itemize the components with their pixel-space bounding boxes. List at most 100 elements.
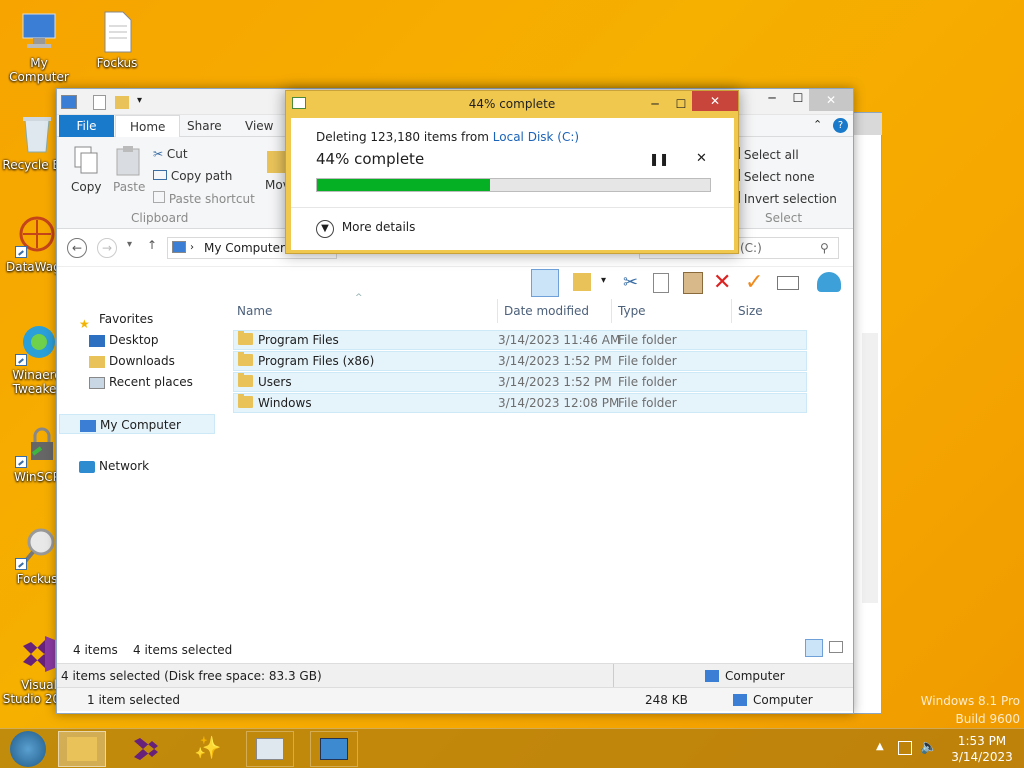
- column-header-type[interactable]: Type: [611, 299, 731, 323]
- taskbar-control-panel[interactable]: [310, 731, 358, 767]
- invert-selection-label: Invert selection: [743, 192, 837, 206]
- pause-button[interactable]: ❚❚: [649, 152, 669, 166]
- volume-muted-icon[interactable]: 🔈: [920, 739, 937, 755]
- nav-desktop[interactable]: Desktop: [89, 330, 159, 350]
- nav-favorites[interactable]: ★ Favorites: [79, 309, 153, 331]
- preview-pane-button[interactable]: [531, 269, 559, 297]
- computer-icon: [172, 241, 186, 253]
- delete-icon[interactable]: ✕: [713, 270, 731, 295]
- up-button[interactable]: ↑: [147, 238, 157, 252]
- back-button[interactable]: ←: [67, 238, 87, 258]
- nav-downloads[interactable]: Downloads: [89, 351, 175, 371]
- clock[interactable]: 1:53 PM 3/14/2023: [944, 733, 1020, 765]
- recent-locations-button[interactable]: ▾: [127, 239, 132, 250]
- scrollbar[interactable]: [862, 333, 878, 603]
- column-header-date[interactable]: Date modified: [497, 299, 589, 323]
- taskbar-wizard[interactable]: ✨: [184, 731, 232, 767]
- help-icon[interactable]: ?: [833, 118, 848, 133]
- copy-path-button[interactable]: Copy path: [153, 169, 232, 183]
- nav-my-computer[interactable]: My Computer: [59, 414, 215, 434]
- paste-shortcut-button[interactable]: Paste shortcut: [153, 191, 255, 206]
- datawago-icon: [15, 214, 59, 258]
- table-row[interactable]: Users 3/14/2023 1:52 PM File folder: [233, 372, 807, 392]
- magic-wand-icon: ✨: [194, 736, 222, 761]
- show-hidden-icons-button[interactable]: ▲: [876, 741, 884, 752]
- search-box-text: (C:): [740, 241, 762, 255]
- folder-options-icon[interactable]: [573, 273, 591, 291]
- minimize-button[interactable]: ─: [759, 91, 785, 111]
- file-name: Program Files (x86): [258, 354, 375, 368]
- taskbar-monitor[interactable]: [246, 731, 294, 767]
- taskbar-visual-studio[interactable]: [122, 731, 170, 767]
- rename-icon[interactable]: [777, 276, 799, 290]
- document-icon: [95, 10, 139, 54]
- computer-icon: [61, 95, 77, 109]
- taskbar-file-explorer[interactable]: [58, 731, 106, 767]
- maximize-button[interactable]: ☐: [785, 91, 811, 111]
- cut-button[interactable]: ✂ Cut: [153, 147, 188, 161]
- recycle-bin-icon: [15, 112, 59, 156]
- chevron-down-icon[interactable]: ▾: [137, 95, 142, 106]
- checkmark-icon[interactable]: ✓: [745, 270, 763, 295]
- shell-icon[interactable]: [817, 272, 841, 292]
- copy-button[interactable]: Copy: [71, 145, 101, 194]
- network-tray-icon[interactable]: [898, 741, 912, 755]
- new-folder-icon[interactable]: [115, 96, 129, 109]
- column-header-size[interactable]: Size: [731, 299, 811, 323]
- file-name: Users: [258, 375, 292, 389]
- tab-file[interactable]: File: [59, 115, 114, 137]
- maximize-button[interactable]: ☐: [668, 91, 694, 117]
- tab-home[interactable]: Home: [115, 115, 181, 138]
- source-link[interactable]: Local Disk (C:): [493, 130, 579, 144]
- status-details-text: 4 items selected (Disk free space: 83.3 …: [61, 669, 322, 683]
- delete-progress-dialog[interactable]: 44% complete ─ ☐ ✕ Deleting 123,180 item…: [285, 90, 739, 254]
- desktop-icon-my-computer[interactable]: My Computer: [2, 10, 76, 84]
- nav-recent-places[interactable]: Recent places: [89, 372, 193, 392]
- network-icon: [79, 460, 95, 473]
- search-icon[interactable]: ⚲: [820, 238, 829, 258]
- shortcut-arrow-icon: [15, 354, 27, 366]
- cut-icon[interactable]: ✂: [623, 272, 638, 293]
- paste-button[interactable]: Paste: [113, 145, 145, 194]
- copy-icon: [74, 146, 98, 174]
- progress-fill: [317, 179, 490, 191]
- status-size: 248 KB: [645, 693, 688, 707]
- nav-recent-label: Recent places: [109, 375, 193, 389]
- watermark-build: Build 9600: [955, 712, 1020, 726]
- ribbon-collapse-icon[interactable]: ⌃: [813, 118, 822, 131]
- properties-icon[interactable]: [93, 95, 106, 110]
- details-view-button[interactable]: [805, 639, 823, 657]
- forward-button[interactable]: →: [97, 238, 117, 258]
- start-button[interactable]: [4, 731, 52, 767]
- table-row[interactable]: Windows 3/14/2023 12:08 PM File folder: [233, 393, 807, 413]
- large-icons-view-button[interactable]: [829, 641, 843, 653]
- desktop-icon: [89, 334, 105, 347]
- custom-toolbar: ▾ ✂ ✕ ✓: [527, 269, 847, 299]
- minimize-button[interactable]: ─: [642, 91, 668, 117]
- tab-view[interactable]: View: [231, 115, 287, 137]
- select-group-label: Select: [765, 211, 803, 225]
- close-button[interactable]: ✕: [809, 89, 853, 111]
- nav-downloads-label: Downloads: [109, 354, 175, 368]
- chevron-down-icon[interactable]: ▾: [601, 275, 606, 286]
- dialog-divider: [291, 207, 734, 208]
- table-row[interactable]: Program Files 3/14/2023 11:46 AM File fo…: [233, 330, 807, 350]
- select-none-button[interactable]: Select none: [737, 169, 815, 184]
- table-row[interactable]: Program Files (x86) 3/14/2023 1:52 PM Fi…: [233, 351, 807, 371]
- more-details-button[interactable]: ▼ More details: [316, 220, 415, 238]
- copy-icon[interactable]: [653, 273, 669, 293]
- item-count: 4 items: [73, 643, 118, 657]
- tab-share[interactable]: Share: [173, 115, 236, 137]
- deleting-text: Deleting 123,180 items from: [316, 130, 493, 144]
- paste-icon[interactable]: [683, 272, 703, 294]
- invert-selection-button[interactable]: Invert selection: [737, 191, 837, 206]
- nav-network[interactable]: Network: [79, 456, 149, 476]
- desktop-icon-fockus[interactable]: Fockus: [80, 10, 154, 70]
- column-header-name[interactable]: Name: [237, 299, 272, 323]
- shortcut-arrow-icon: [15, 246, 27, 258]
- select-all-button[interactable]: Select all: [737, 147, 799, 162]
- shortcut-arrow-icon: [15, 456, 27, 468]
- cancel-button[interactable]: ✕: [696, 151, 707, 166]
- folder-icon: [238, 352, 253, 366]
- close-button[interactable]: ✕: [692, 91, 738, 111]
